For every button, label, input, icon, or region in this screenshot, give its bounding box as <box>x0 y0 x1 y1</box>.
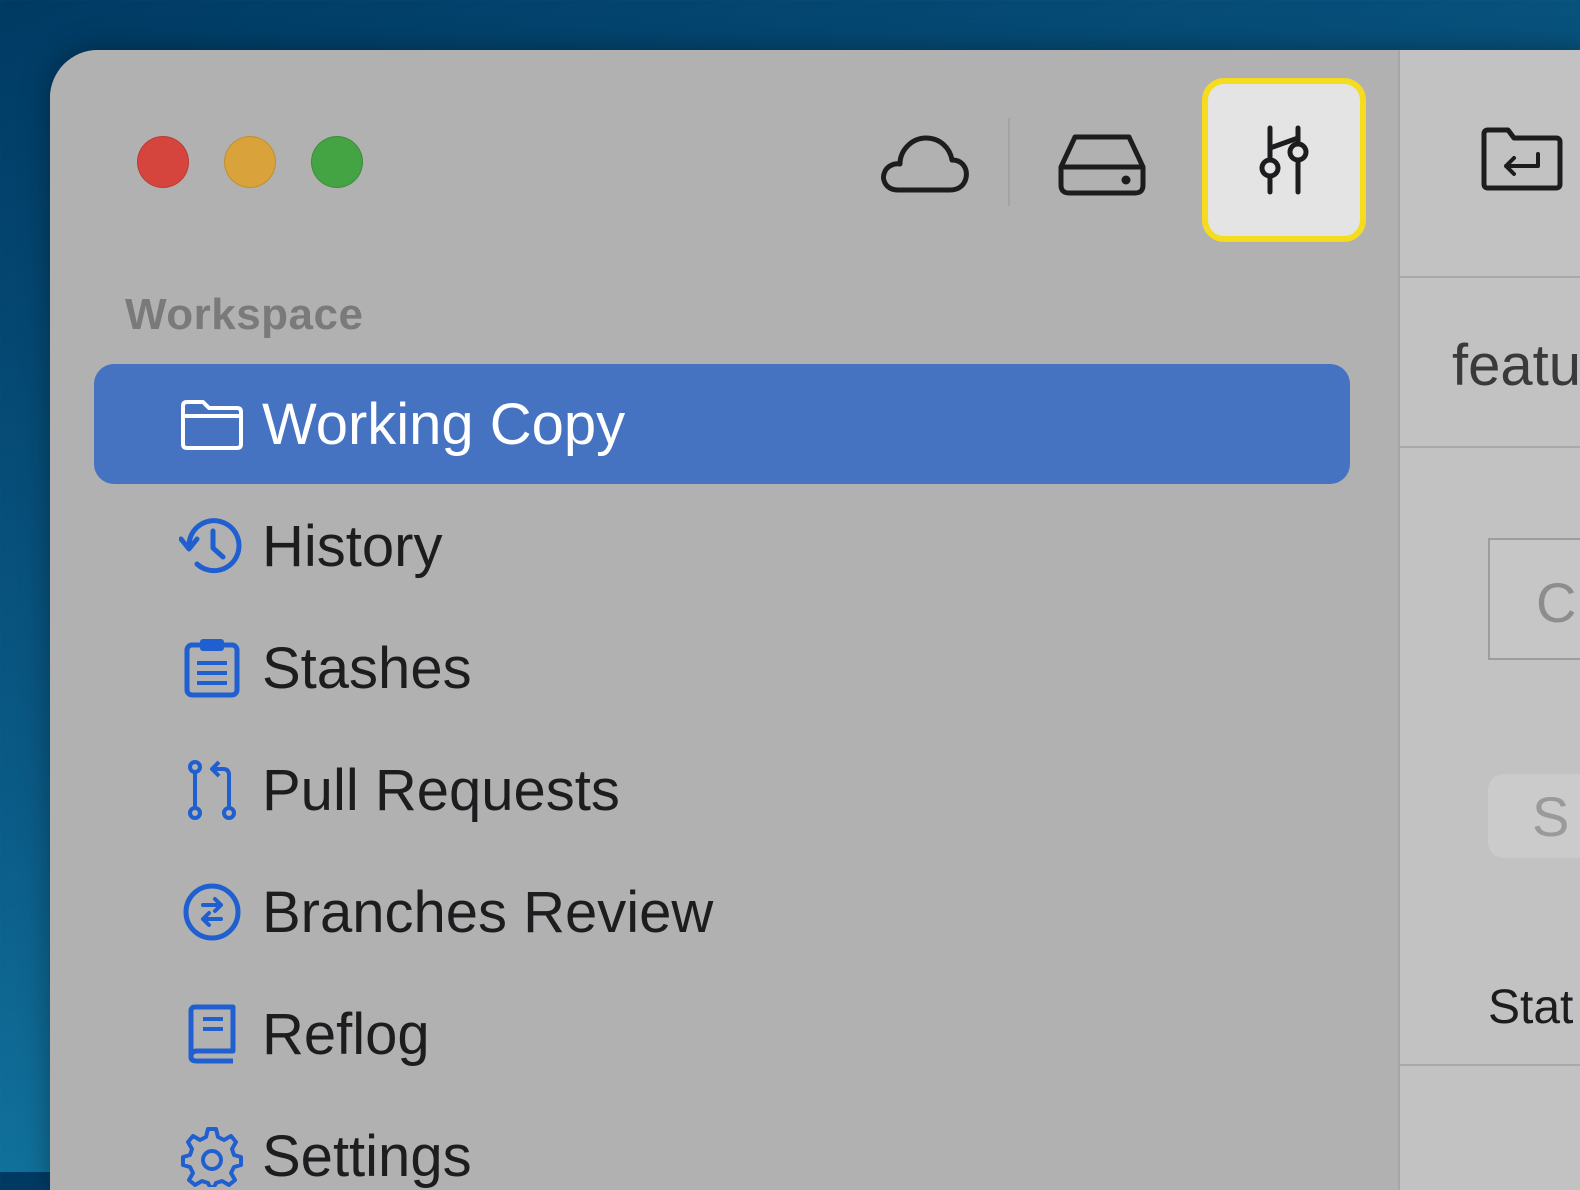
sidebar: Workspace Working Copy History Stashes P… <box>50 50 1398 1190</box>
history-clock-icon <box>179 518 242 574</box>
sidebar-item-label: Reflog <box>262 1001 430 1067</box>
sidebar-item-label: Stashes <box>262 635 472 701</box>
detail-divider <box>1400 276 1580 278</box>
folder-return-icon <box>1481 127 1563 191</box>
sidebar-item-label: Settings <box>262 1123 472 1189</box>
close-window-button[interactable] <box>137 136 189 188</box>
folder-icon <box>181 400 243 450</box>
sidebar-item-settings[interactable]: Settings <box>94 1096 1350 1190</box>
branch-name: featu <box>1452 333 1580 398</box>
drive-button[interactable] <box>1046 122 1158 206</box>
sidebar-item-branches-review[interactable]: Branches Review <box>94 852 1350 972</box>
commit-message-placeholder: C <box>1536 571 1577 634</box>
app-window: Workspace Working Copy History Stashes P… <box>50 50 1580 1190</box>
commit-message-box[interactable]: C <box>1488 538 1580 660</box>
detail-pane: featu C S Stat <box>1398 50 1580 1190</box>
sidebar-item-stashes[interactable]: Stashes <box>94 608 1350 728</box>
sidebar-item-label: Pull Requests <box>262 757 620 823</box>
sliders-icon <box>1259 125 1309 195</box>
status-label: Stat <box>1488 981 1574 1034</box>
sidebar-item-label: Working Copy <box>262 391 626 457</box>
detail-divider <box>1400 446 1580 448</box>
sidebar-item-history[interactable]: History <box>94 486 1350 606</box>
stage-button[interactable]: S <box>1488 774 1580 858</box>
book-icon <box>188 1004 236 1064</box>
sidebar-item-reflog[interactable]: Reflog <box>94 974 1350 1094</box>
cloud-button[interactable] <box>868 122 980 206</box>
zoom-window-button[interactable] <box>311 136 363 188</box>
drive-icon <box>1058 134 1146 196</box>
sidebar-item-label: Branches Review <box>262 879 714 945</box>
stage-button-label: S <box>1532 785 1570 848</box>
sidebar-item-label: History <box>262 513 443 579</box>
branches-arrows-icon <box>183 883 241 941</box>
minimize-window-button[interactable] <box>224 136 276 188</box>
cloud-icon <box>881 135 969 193</box>
toolbar-separator <box>1008 118 1010 206</box>
sidebar-section-label: Workspace <box>125 290 364 339</box>
sidebar-item-pull-requests[interactable]: Pull Requests <box>94 730 1350 850</box>
checkout-folder-button[interactable] <box>1480 126 1564 197</box>
pull-request-icon <box>188 760 236 820</box>
sliders-button[interactable] <box>1202 78 1366 242</box>
detail-divider <box>1400 1064 1580 1066</box>
gear-icon <box>181 1127 243 1187</box>
clipboard-icon <box>184 639 240 698</box>
sidebar-item-working-copy[interactable]: Working Copy <box>94 364 1350 484</box>
